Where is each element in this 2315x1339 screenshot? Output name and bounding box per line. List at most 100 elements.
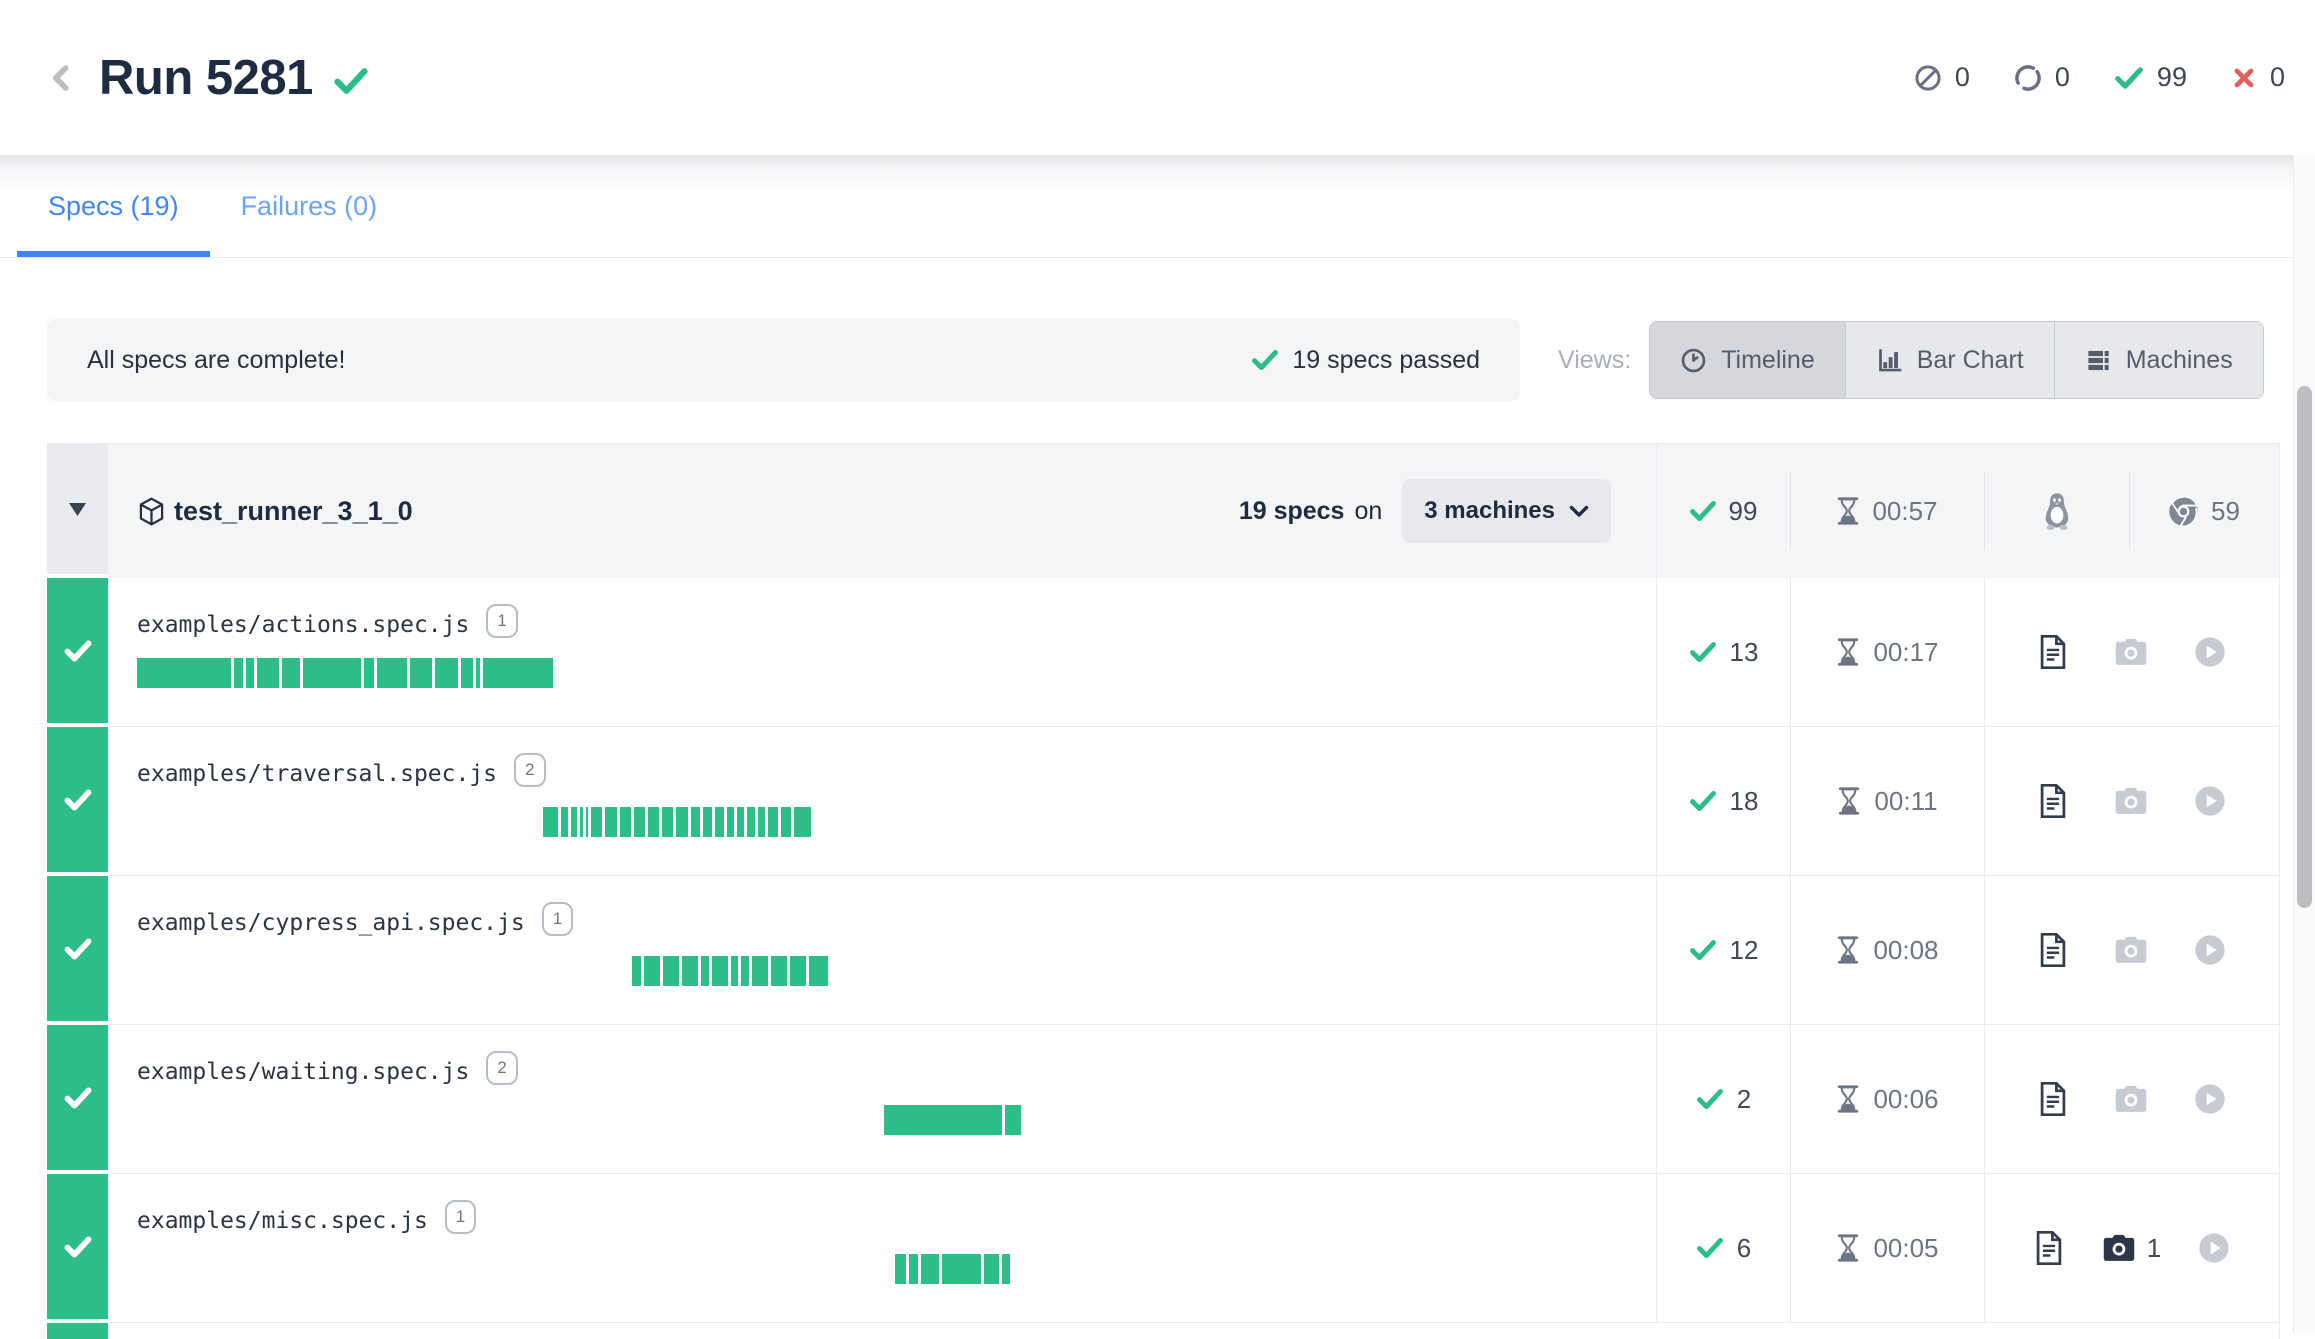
screenshot-count: 1 — [2147, 1233, 2161, 1264]
screenshots-button[interactable] — [2113, 637, 2149, 667]
spec-passed-cell: 18 — [1656, 727, 1790, 876]
group-on-word: on — [1354, 497, 1382, 526]
spec-duration-cell: 00:08 — [1790, 876, 1984, 1025]
spec-row[interactable]: examples/traversal.spec.js 2 18 00:11 — [47, 727, 2279, 876]
view-button-label: Bar Chart — [1917, 346, 2024, 375]
check-icon — [64, 1086, 92, 1110]
spec-artifacts-cell — [1984, 727, 2279, 876]
video-play-button[interactable] — [2198, 1232, 2230, 1264]
x-icon — [2231, 65, 2257, 91]
hourglass-icon — [1836, 1234, 1860, 1262]
spec-row[interactable]: examples/cypress_api.spec.js 1 12 00:08 — [47, 876, 2279, 1025]
document-icon — [2038, 932, 2068, 968]
tab-failures[interactable]: Failures (0) — [210, 155, 409, 257]
browser-version: 59 — [2211, 496, 2240, 527]
spec-duration-cell: 00:11 — [1790, 727, 1984, 876]
camera-icon — [2113, 637, 2149, 667]
spec-content: examples/waiting.spec.js 2 — [108, 1025, 1656, 1174]
hourglass-icon — [1836, 1085, 1860, 1113]
group-specs-count: 19 specs — [1239, 497, 1345, 526]
stdout-button[interactable] — [2038, 1081, 2068, 1117]
video-play-button[interactable] — [2194, 636, 2226, 668]
tab-specs[interactable]: Specs (19) — [17, 155, 210, 257]
screenshots-button[interactable] — [2113, 786, 2149, 816]
stdout-button[interactable] — [2034, 1230, 2064, 1266]
run-passed-check-icon — [333, 66, 369, 96]
spec-timeline — [543, 807, 812, 837]
camera-icon — [2113, 786, 2149, 816]
spec-status-gutter — [47, 578, 108, 727]
spec-content: examples/misc.spec.js 1 — [108, 1174, 1656, 1323]
view-button-machines[interactable]: Machines — [2054, 322, 2263, 398]
check-icon — [1251, 348, 1279, 372]
spec-row[interactable]: examples/misc.spec.js 1 6 00:05 1 — [47, 1174, 2279, 1323]
spec-passed-count: 18 — [1730, 786, 1759, 817]
spec-status-gutter — [47, 876, 108, 1025]
spec-status-gutter — [47, 727, 108, 876]
check-icon — [64, 639, 92, 663]
spec-row[interactable]: examples/actions.spec.js 1 13 00:17 — [47, 578, 2279, 727]
back-button[interactable] — [47, 59, 77, 97]
machines-dropdown-label: 3 machines — [1424, 497, 1555, 525]
spec-row[interactable]: examples/waiting.spec.js 2 2 00:06 — [47, 1025, 2279, 1174]
scrollbar-track[interactable] — [2293, 118, 2315, 1333]
tab-bar: Specs (19) Failures (0) — [0, 155, 2315, 258]
spec-file-name[interactable]: examples/waiting.spec.js — [137, 1051, 469, 1093]
document-icon — [2038, 634, 2068, 670]
passed-count: 99 — [2157, 62, 2187, 93]
group-duration: 00:57 — [1872, 496, 1937, 527]
spec-duration-cell: 00:06 — [1790, 1025, 1984, 1174]
no-entry-icon — [1914, 64, 1942, 92]
machines-dropdown[interactable]: 3 machines — [1402, 479, 1611, 543]
group-browser-cell: 59 — [2129, 444, 2279, 578]
spec-timeline — [632, 956, 828, 986]
view-button-label: Timeline — [1721, 346, 1815, 375]
video-play-button[interactable] — [2194, 1083, 2226, 1115]
spec-duration-cell: 00:05 — [1790, 1174, 1984, 1323]
view-button-timeline[interactable]: Timeline — [1650, 322, 1845, 398]
chevron-left-icon — [47, 59, 77, 97]
camera-icon — [2101, 1233, 2137, 1263]
spec-file-name[interactable]: examples/actions.spec.js — [137, 604, 469, 646]
play-icon — [2194, 1083, 2226, 1115]
timeline-track — [137, 658, 1656, 688]
view-button-bar-chart[interactable]: Bar Chart — [1845, 322, 2054, 398]
screenshots-button[interactable]: 1 — [2101, 1233, 2161, 1264]
play-icon — [2194, 934, 2226, 966]
spec-timeline — [137, 658, 553, 688]
check-icon — [64, 937, 92, 961]
group-name: test_runner_3_1_0 — [174, 496, 413, 527]
video-play-button[interactable] — [2194, 785, 2226, 817]
screenshots-button[interactable] — [2113, 935, 2149, 965]
stdout-button[interactable] — [2038, 932, 2068, 968]
spec-machine-badge: 1 — [445, 1200, 476, 1234]
check-icon — [1696, 1236, 1724, 1260]
document-icon — [2038, 1081, 2068, 1117]
banner-passed: 19 specs passed — [1251, 346, 1480, 375]
spec-duration: 00:06 — [1873, 1084, 1938, 1115]
spec-passed-count: 6 — [1737, 1233, 1751, 1264]
skipped-count: 0 — [1955, 62, 1970, 93]
caret-down-icon — [69, 503, 86, 516]
pending-stat: 0 — [2014, 62, 2070, 93]
document-icon — [2038, 783, 2068, 819]
spec-timeline — [884, 1105, 1021, 1135]
main-content: All specs are complete! 19 specs passed … — [0, 258, 2280, 1339]
machine-group-header: test_runner_3_1_0 19 specs on 3 machines — [47, 444, 2279, 578]
stdout-button[interactable] — [2038, 783, 2068, 819]
play-icon — [2194, 785, 2226, 817]
specs-table: test_runner_3_1_0 19 specs on 3 machines — [47, 443, 2280, 1339]
spec-file-name[interactable]: examples/misc.spec.js — [137, 1200, 428, 1242]
screenshots-button[interactable] — [2113, 1084, 2149, 1114]
spec-artifacts-cell — [1984, 876, 2279, 1025]
spec-duration-cell: 00:17 — [1790, 578, 1984, 727]
video-play-button[interactable] — [2194, 934, 2226, 966]
group-collapse-button[interactable] — [47, 444, 108, 578]
scrollbar-thumb[interactable] — [2297, 386, 2312, 908]
spec-file-name[interactable]: examples/cypress_api.spec.js — [137, 902, 525, 944]
spec-file-name[interactable]: examples/traversal.spec.js — [137, 753, 497, 795]
play-icon — [2198, 1232, 2230, 1264]
check-icon — [1689, 499, 1717, 523]
stdout-button[interactable] — [2038, 634, 2068, 670]
spec-artifacts-cell — [1984, 578, 2279, 727]
